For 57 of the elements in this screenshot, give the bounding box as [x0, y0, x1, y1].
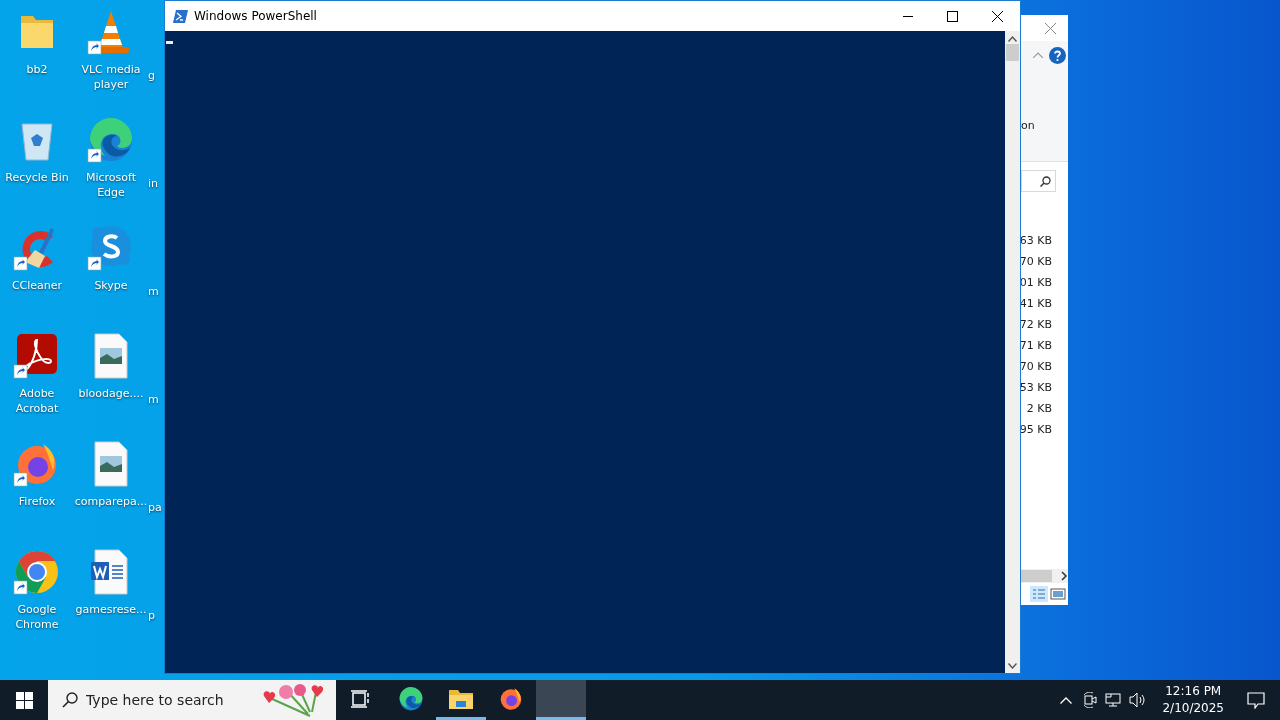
caret-icon — [1060, 696, 1073, 704]
search-icon — [62, 692, 78, 708]
icon-label[interactable]: g — [148, 68, 155, 83]
icon-label[interactable]: Firefox — [0, 494, 74, 509]
file-size: 63 KB — [1019, 233, 1052, 249]
close-icon — [992, 10, 1003, 22]
icon-label[interactable]: bb2 — [0, 62, 74, 77]
camera-icon — [1083, 692, 1098, 708]
browser-wheel-icon[interactable] — [13, 548, 61, 596]
task-view-icon — [351, 689, 371, 708]
windows-logo-icon — [15, 691, 33, 709]
icon-label[interactable]: Adobe Acrobat — [0, 386, 74, 416]
search-field[interactable] — [1021, 170, 1056, 192]
icon-label[interactable]: comparepa... — [74, 494, 148, 509]
speaker-icon — [1129, 692, 1148, 708]
network-icon — [1105, 692, 1124, 708]
minimize-icon — [902, 15, 913, 17]
caret-icon[interactable] — [1033, 52, 1043, 58]
icon-label[interactable]: in — [148, 176, 159, 191]
file-size: 53 KB — [1019, 380, 1052, 396]
icon-label[interactable]: VLC media player — [74, 62, 148, 92]
file-size: 70 KB — [1019, 359, 1052, 375]
thumbnail-view-icon[interactable] — [1050, 587, 1066, 601]
icon-label[interactable]: m — [148, 392, 159, 407]
ribbon-label: on — [1021, 119, 1036, 132]
icon-label[interactable]: pa — [148, 500, 162, 515]
file-size: 2 KB — [1026, 401, 1052, 417]
file-size: 41 KB — [1019, 296, 1052, 312]
file-size: 71 KB — [1019, 338, 1052, 354]
icon-label[interactable]: Google Chrome — [0, 602, 74, 632]
icon-label[interactable]: Recycle Bin — [0, 170, 74, 185]
search-field[interactable]: Type here to search — [48, 680, 336, 720]
file-size: 95 KB — [1019, 422, 1052, 438]
speech-bubble-icon — [1247, 691, 1265, 709]
icon-label[interactable]: gamesrese... — [74, 602, 148, 617]
icon-label[interactable]: Microsoft Edge — [74, 170, 148, 200]
fox-globe-icon — [498, 685, 524, 712]
icon-label[interactable]: m — [148, 284, 159, 299]
icon-label[interactable]: Skype — [74, 278, 148, 293]
file-size: 72 KB — [1019, 317, 1052, 333]
search-icon — [1040, 175, 1051, 187]
icon-label[interactable]: CCleaner — [0, 278, 74, 293]
text-cursor — [166, 41, 173, 44]
window-title: Windows PowerShell — [194, 9, 318, 23]
help-icon[interactable] — [1049, 46, 1066, 64]
wave-circle-icon — [398, 685, 424, 712]
scrollbar-thumb[interactable] — [1006, 44, 1019, 61]
terminal-icon — [173, 9, 188, 23]
icon-label[interactable]: p — [148, 608, 155, 623]
clock[interactable]: 12:16 PM 2/10/2025 — [1154, 683, 1232, 717]
file-size: 70 KB — [1019, 254, 1052, 270]
file-size: 01 KB — [1019, 275, 1052, 291]
close-icon[interactable] — [1045, 22, 1056, 34]
scrollbar-thumb[interactable] — [1021, 570, 1052, 582]
maximize-icon — [947, 10, 958, 22]
icon-label[interactable]: bloodage.... — [74, 386, 148, 401]
wave-circle-icon[interactable] — [87, 116, 135, 164]
